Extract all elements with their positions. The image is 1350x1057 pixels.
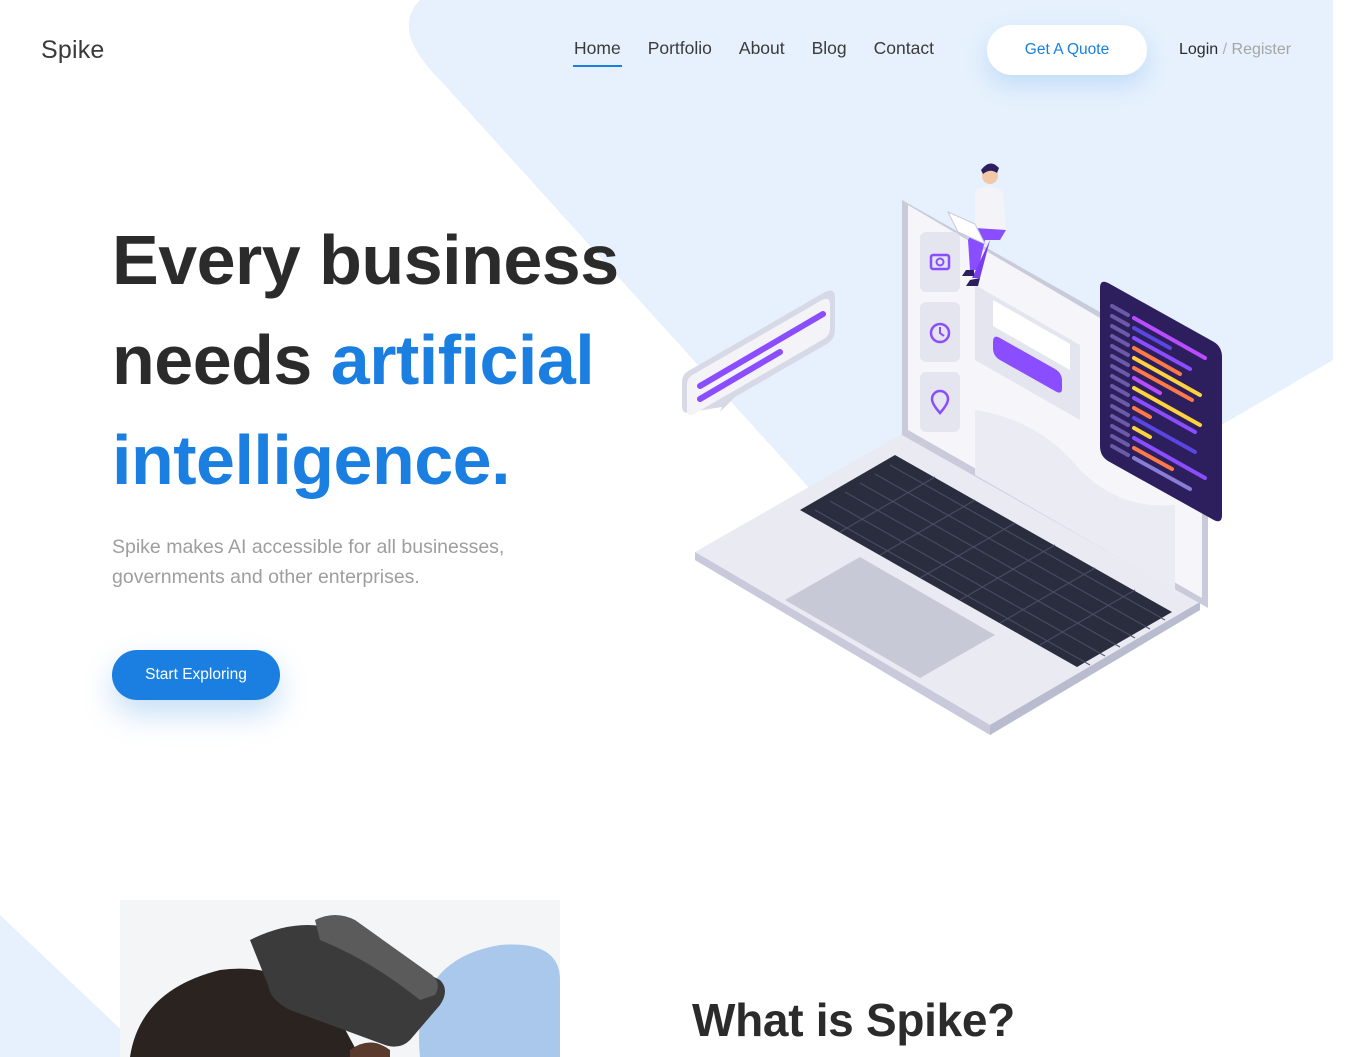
start-exploring-button[interactable]: Start Exploring	[112, 650, 280, 700]
camera-tile	[920, 232, 960, 292]
pin-tile	[920, 372, 960, 432]
site-header: Spike Home Portfolio About Blog Contact …	[0, 0, 1350, 100]
nav-item-home[interactable]: Home	[573, 38, 622, 67]
nav-item-blog[interactable]: Blog	[812, 38, 847, 65]
chat-bubble	[682, 290, 835, 416]
auth-separator: /	[1222, 41, 1228, 58]
logo[interactable]: Spike	[41, 36, 105, 65]
get-quote-button[interactable]: Get A Quote	[987, 25, 1147, 75]
hero-title: Every business needs artificial intellig…	[112, 210, 672, 510]
login-link[interactable]: Login	[1179, 41, 1218, 58]
hero-title-line2: needs	[112, 321, 331, 399]
nav-item-about[interactable]: About	[739, 38, 785, 65]
vr-headset-photo	[120, 900, 560, 1057]
hero-subtitle: Spike makes AI accessible for all busine…	[112, 536, 505, 588]
hero-title-line1: Every business	[112, 221, 619, 299]
register-link[interactable]: Register	[1232, 41, 1292, 58]
nav-item-contact[interactable]: Contact	[874, 38, 934, 65]
hero-title-accent: artificial	[330, 321, 595, 399]
hero-title-line3: intelligence.	[112, 421, 511, 499]
main-nav: Home Portfolio About Blog Contact	[573, 38, 961, 67]
vr-headset-illustration	[120, 900, 560, 1057]
auth-links: Login / Register	[1179, 41, 1291, 59]
laptop-illustration	[682, 163, 1222, 735]
section-title: What is Spike?	[692, 994, 1015, 1046]
nav-item-portfolio[interactable]: Portfolio	[648, 38, 712, 65]
